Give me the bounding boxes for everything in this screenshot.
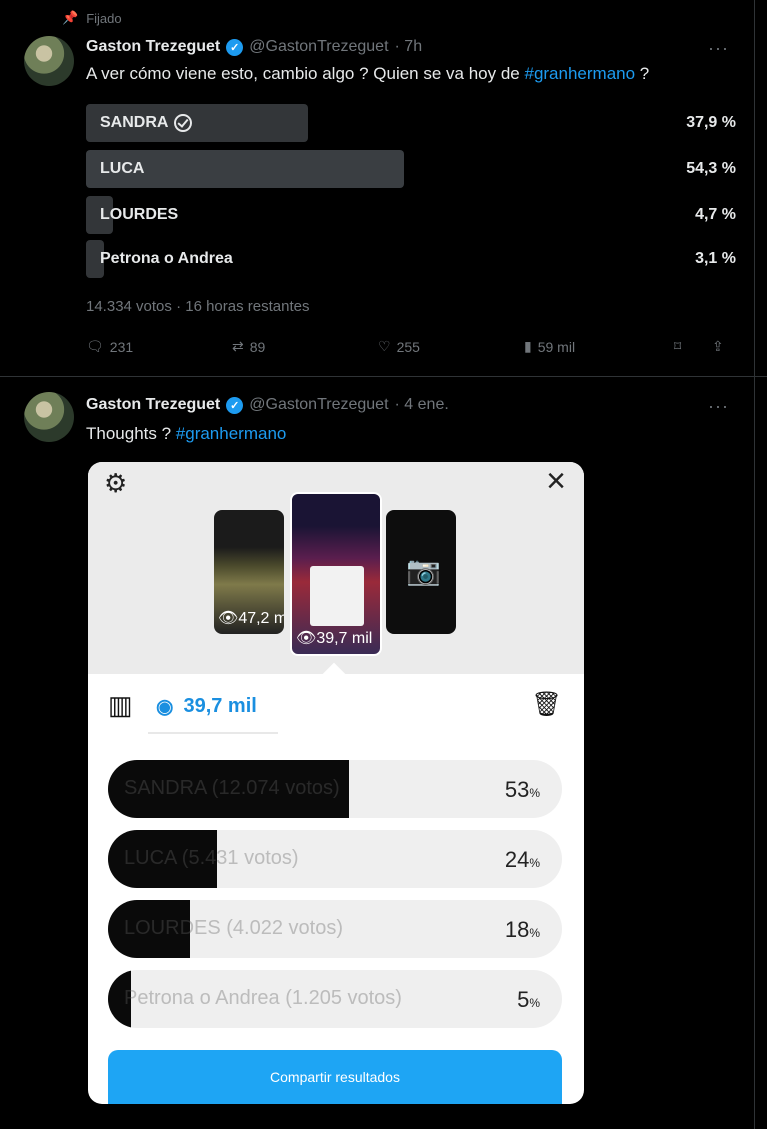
ig-poll-percent: 53%: [504, 777, 540, 802]
poll-option-luca: LUCA 54,3 %: [86, 150, 736, 188]
author-handle[interactable]: @GastonTrezeguet: [249, 38, 388, 56]
tweet-time[interactable]: · 7h: [395, 38, 423, 56]
ig-poll-row: Petrona o Andrea (1.205 votos) 5%: [108, 970, 562, 1028]
author-name[interactable]: Gaston Trezeguet: [86, 38, 220, 56]
views-icon: ▮: [524, 338, 532, 354]
story-thumbnail-selected: 👁39,7 mil: [290, 492, 382, 656]
poll-percent: 54,3 %: [686, 160, 736, 177]
verified-icon: ✓: [226, 38, 244, 56]
eye-icon: ◉: [156, 696, 174, 718]
camera-icon: 📷: [406, 555, 441, 586]
poll-option-label: LUCA: [100, 160, 145, 177]
reply-button[interactable]: 🗨 231: [86, 338, 133, 355]
poll-percent: 3,1 %: [695, 250, 736, 267]
poll-sticker: [310, 566, 364, 626]
repost-icon: ⇄: [232, 338, 244, 354]
views-button[interactable]: ▮ 59 mil: [524, 338, 575, 355]
ig-poll-label: Petrona o Andrea (1.205 votos): [124, 987, 402, 1009]
poll-option-label: LOURDES: [100, 206, 179, 223]
tweet-text: A ver cómo viene esto, cambio algo ? Qui…: [86, 64, 650, 83]
poll-percent: 37,9 %: [686, 114, 736, 131]
like-button[interactable]: ♡ 255: [378, 338, 420, 355]
bookmark-icon[interactable]: ⌑: [674, 338, 681, 355]
share-results-button: Compartir resultados: [108, 1050, 562, 1104]
tweet-text: Thoughts ? #granhermano: [86, 424, 287, 443]
ig-poll-row: SANDRA (12.074 votos) 53%: [108, 760, 562, 818]
hashtag-link[interactable]: #granhermano: [524, 64, 635, 83]
reply-icon: 🗨: [86, 338, 104, 354]
more-options-icon[interactable]: ···: [708, 38, 729, 59]
ig-poll-row: LOURDES (4.022 votos) 18%: [108, 900, 562, 958]
ig-poll-label: SANDRA (12.074 votos): [124, 777, 340, 799]
avatar[interactable]: [24, 36, 74, 86]
poll-meta: 14.334 votos · 16 horas restantes: [86, 298, 310, 315]
more-options-icon[interactable]: ···: [708, 396, 729, 417]
hashtag-link[interactable]: #granhermano: [176, 424, 287, 443]
author-handle[interactable]: @GastonTrezeguet: [249, 396, 388, 414]
pinned-indicator: 📌 Fijado: [62, 10, 122, 26]
tweet-divider: [0, 376, 767, 377]
column-border: [754, 0, 755, 1129]
ig-poll-label: LUCA (5.431 votos): [124, 847, 299, 869]
pinned-label: Fijado: [86, 10, 122, 26]
poll-percent: 4,7 %: [695, 206, 736, 223]
heart-icon: ♡: [378, 338, 391, 354]
pin-icon: 📌: [62, 10, 79, 25]
trash-icon: 🗑: [531, 691, 562, 718]
story-thumbnail: 👁47,2 mil: [214, 510, 284, 634]
story-views: 👁47,2 mil: [218, 610, 284, 627]
poll-option-sandra: SANDRA 37,9 %: [86, 104, 736, 142]
ig-poll-percent: 5%: [517, 987, 540, 1012]
embedded-image[interactable]: ⚙ × 👁47,2 mil 👁39,7 mil 📷 ▥ ◉39,7 mil 🗑 …: [88, 462, 584, 1104]
ig-poll-label: LOURDES (4.022 votos): [124, 917, 343, 939]
tweet-header: Gaston Trezeguet ✓ @GastonTrezeguet · 4 …: [86, 396, 449, 414]
story-views: 👁39,7 mil: [296, 630, 373, 647]
voted-check-icon: [174, 114, 193, 132]
tweet-header: Gaston Trezeguet ✓ @GastonTrezeguet · 7h: [86, 38, 422, 56]
story-thumbnail: 📷: [386, 510, 456, 634]
poll-option-petrona: Petrona o Andrea 3,1 %: [86, 240, 736, 278]
settings-icon: ⚙: [104, 468, 128, 498]
poll-option-label: Petrona o Andrea: [100, 250, 233, 267]
repost-button[interactable]: ⇄ 89: [232, 338, 265, 355]
ig-poll-row: LUCA (5.431 votos) 24%: [108, 830, 562, 888]
avatar[interactable]: [24, 392, 74, 442]
verified-icon: ✓: [226, 396, 244, 414]
ig-poll-percent: 18%: [504, 917, 540, 942]
stats-row: ▥ ◉ 39,7 mil 🗑: [88, 674, 584, 736]
share-icon[interactable]: ⇪: [712, 338, 724, 355]
author-name[interactable]: Gaston Trezeguet: [86, 396, 220, 414]
ig-poll-percent: 24%: [504, 847, 540, 872]
bar-chart-icon: ▥: [108, 690, 133, 720]
tweet-actions: 🗨 231 ⇄ 89 ♡ 255 ▮ 59 mil ⌑ ⇪: [86, 338, 736, 360]
views-count: ◉ 39,7 mil: [156, 695, 257, 718]
poll-option-label: SANDRA: [100, 114, 193, 132]
poll-option-lourdes: LOURDES 4,7 %: [86, 196, 736, 234]
tweet-time[interactable]: · 4 ene.: [395, 396, 449, 414]
close-icon: ×: [546, 462, 566, 500]
tab-underline: [148, 732, 278, 734]
